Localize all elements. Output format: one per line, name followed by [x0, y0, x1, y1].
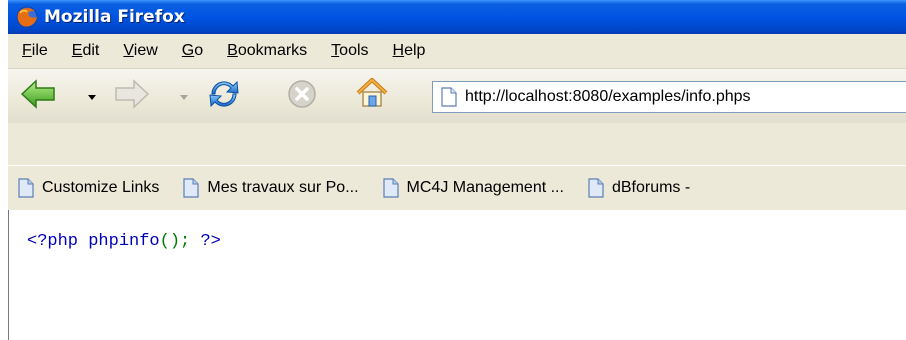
- bookmark-item[interactable]: Mes travaux sur Po...: [183, 178, 359, 198]
- bookmarks-toolbar: Customize Links Mes travaux sur Po... MC…: [8, 165, 906, 211]
- menu-tools[interactable]: Tools: [331, 42, 368, 60]
- menu-help-mnemonic: H: [392, 42, 405, 59]
- menu-edit-label: dit: [82, 42, 100, 59]
- menu-view-label: iew: [133, 42, 158, 59]
- back-dropdown-arrow[interactable]: [88, 95, 96, 100]
- menu-bookmarks[interactable]: Bookmarks: [227, 42, 307, 60]
- menu-help-label: elp: [404, 42, 426, 59]
- php-close-tag: ?>: [200, 232, 221, 251]
- page-icon: [382, 178, 399, 198]
- stop-button[interactable]: [284, 79, 320, 113]
- bookmark-item[interactable]: Customize Links: [18, 178, 159, 198]
- address-bar[interactable]: http://localhost:8080/examples/info.phps: [432, 81, 906, 113]
- page-content: <?php phpinfo(); ?>: [8, 210, 906, 340]
- page-icon: [441, 87, 457, 107]
- bookmark-label: dBforums -: [611, 179, 691, 196]
- page-icon: [183, 178, 199, 198]
- bookmark-item[interactable]: dBforums -: [588, 178, 690, 198]
- menu-file-mnemonic: F: [22, 42, 32, 59]
- menu-tools-label: ools: [339, 42, 369, 59]
- bookmark-item[interactable]: MC4J Management ...: [382, 178, 564, 198]
- menu-file-label: ile: [31, 42, 48, 59]
- menu-edit[interactable]: Edit: [72, 42, 100, 60]
- reload-icon: [206, 76, 242, 116]
- bookmark-label: Customize Links: [42, 179, 160, 196]
- php-function-name: phpinfo: [88, 232, 160, 251]
- bookmark-label: MC4J Management ...: [406, 179, 564, 196]
- window-title: Mozilla Firefox: [44, 7, 185, 27]
- page-icon: [18, 178, 34, 198]
- menu-bar: File Edit View Go Bookmarks Tools Help: [8, 34, 906, 69]
- menu-help[interactable]: Help: [393, 42, 426, 60]
- php-function-parens: ();: [159, 232, 191, 251]
- menu-view-mnemonic: V: [123, 42, 134, 59]
- menu-go-label: o: [194, 42, 204, 59]
- title-bar[interactable]: Mozilla Firefox: [8, 0, 906, 34]
- php-open-tag: <?php: [27, 232, 79, 251]
- menu-file[interactable]: File: [22, 42, 48, 60]
- bookmark-label: Mes travaux sur Po...: [207, 179, 359, 196]
- reload-button[interactable]: [204, 77, 244, 115]
- home-icon: [354, 75, 390, 115]
- forward-arrow-icon: [114, 79, 150, 113]
- address-text: http://localhost:8080/examples/info.phps: [465, 88, 751, 105]
- back-button[interactable]: [18, 79, 58, 113]
- navigation-toolbar: http://localhost:8080/examples/info.phps: [8, 68, 906, 124]
- php-source-code: <?php phpinfo(); ?>: [27, 232, 221, 251]
- menu-tools-mnemonic: T: [331, 42, 340, 59]
- back-arrow-icon: [20, 79, 56, 113]
- menu-bookmarks-mnemonic: B: [227, 42, 238, 59]
- toolbar-spacer: [8, 123, 906, 165]
- firefox-icon: [14, 4, 40, 30]
- menu-view[interactable]: View: [123, 42, 157, 60]
- forward-dropdown-arrow[interactable]: [180, 95, 188, 100]
- menu-edit-mnemonic: E: [71, 42, 83, 59]
- browser-window: Mozilla Firefox File Edit View Go Bookma…: [8, 0, 906, 340]
- page-icon: [588, 178, 604, 198]
- forward-button[interactable]: [112, 79, 152, 113]
- menu-go[interactable]: Go: [182, 42, 203, 60]
- menu-bookmarks-label: ookmarks: [237, 42, 308, 59]
- menu-go-mnemonic: G: [181, 42, 195, 59]
- home-button[interactable]: [352, 75, 392, 115]
- stop-icon: [286, 78, 318, 114]
- left-edge: [0, 0, 8, 340]
